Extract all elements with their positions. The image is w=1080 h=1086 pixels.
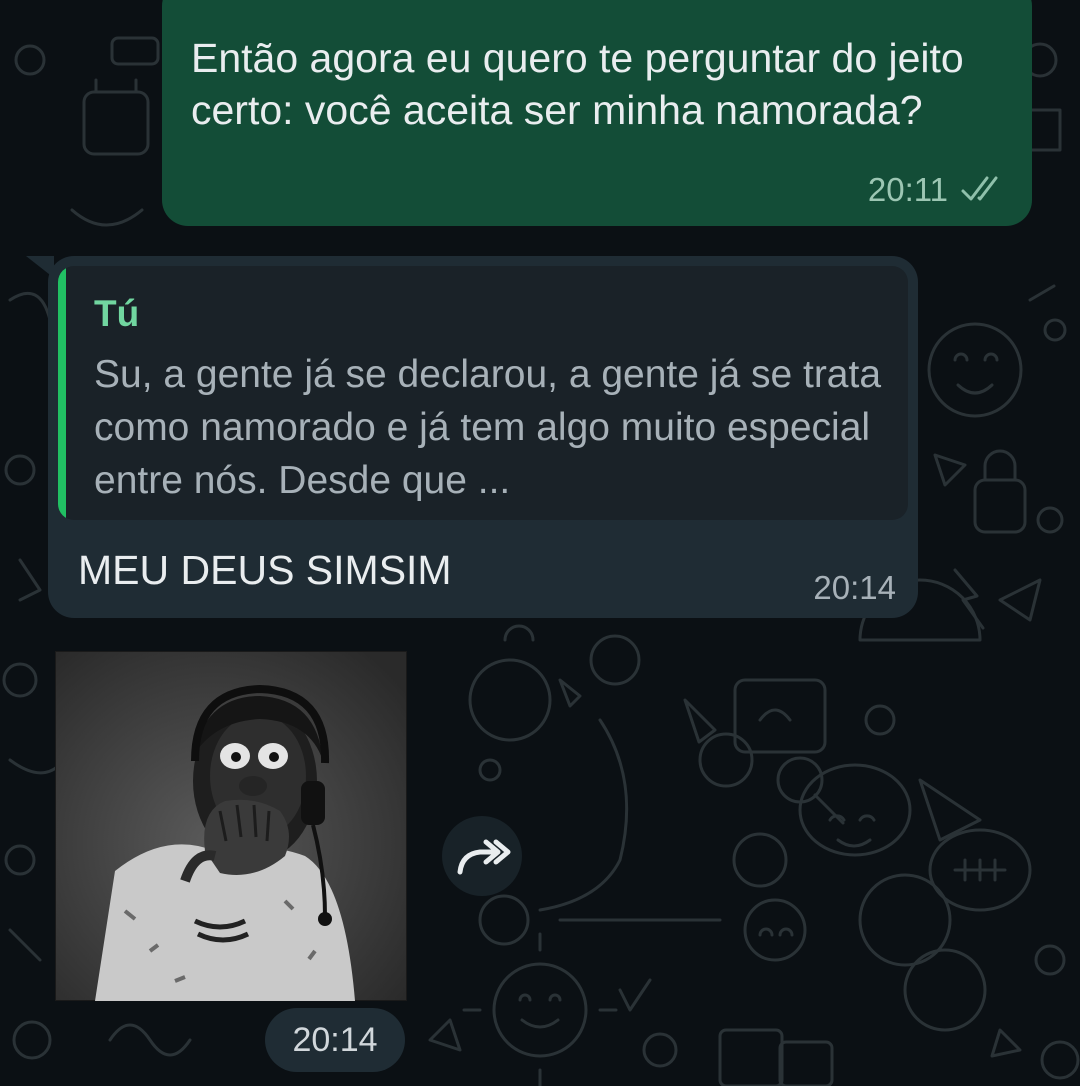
message-timestamp: 20:11: [867, 171, 948, 208]
forward-button[interactable]: [442, 816, 522, 896]
message-timestamp: 20:14: [813, 569, 896, 606]
incoming-message-bubble[interactable]: Tú Su, a gente já se declarou, a gente j…: [26, 256, 918, 618]
outgoing-message-bubble[interactable]: Então agora eu quero te perguntar do jei…: [162, 0, 1032, 226]
message-text: MEU DEUS SIMSIM: [78, 547, 452, 593]
bubble-tail: [26, 256, 54, 278]
quoted-message-author: Tú: [94, 293, 140, 334]
quoted-message-text: Su, a gente já se declarou, a gente já s…: [94, 353, 882, 502]
shocked-person-sticker[interactable]: [55, 651, 407, 1001]
quoted-message[interactable]: Tú Su, a gente já se declarou, a gente j…: [58, 266, 908, 520]
sticker-timestamp: 20:14: [265, 1008, 405, 1072]
message-text: Então agora eu quero te perguntar do jei…: [191, 35, 964, 133]
double-check-icon: [961, 176, 998, 201]
quote-accent-bar: [58, 266, 66, 520]
forward-icon: [457, 839, 511, 875]
